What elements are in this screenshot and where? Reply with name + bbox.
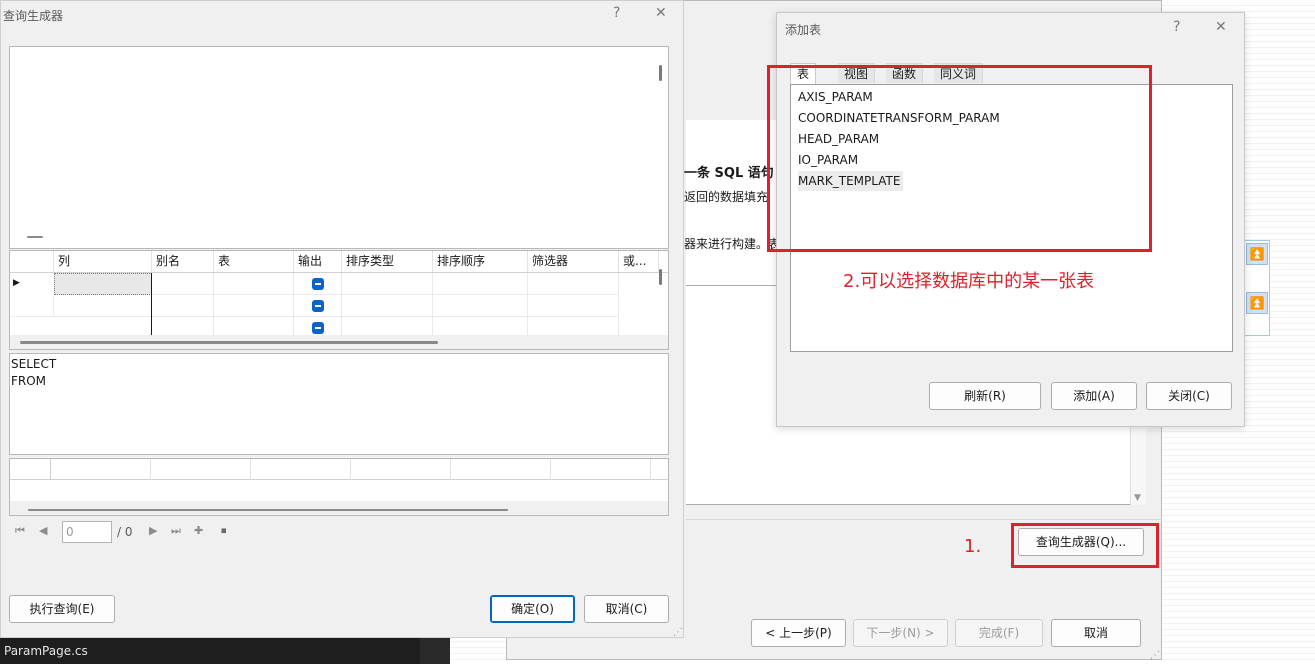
grid-cell-table[interactable] bbox=[214, 273, 294, 295]
annotation-step-1: 1. bbox=[964, 536, 982, 557]
ok-button[interactable]: 确定(O) bbox=[490, 595, 575, 623]
results-divider bbox=[350, 459, 351, 480]
results-hscroll-thumb[interactable] bbox=[28, 509, 508, 511]
annotation-step-2: 2.可以选择数据库中的某一张表 bbox=[843, 271, 1095, 292]
diagram-hscroll-thumb[interactable] bbox=[27, 236, 43, 238]
wizard-heading: 一条 SQL 语句 bbox=[684, 166, 774, 181]
grid-cell-alias[interactable] bbox=[152, 295, 214, 317]
new-record-icon[interactable]: ✚ bbox=[194, 524, 203, 537]
query-builder-title: 查询生成器 bbox=[3, 9, 64, 23]
sql-from-line: FROM bbox=[11, 374, 47, 388]
help-icon[interactable]: ? bbox=[1173, 19, 1180, 35]
grid-header-sort-order[interactable]: 排序顺序 bbox=[433, 251, 528, 272]
add-table-title: 添加表 bbox=[785, 23, 822, 37]
results-divider bbox=[650, 459, 651, 480]
page-number-input[interactable]: 0 bbox=[62, 521, 112, 543]
grid-header-column[interactable]: 列 bbox=[54, 251, 152, 272]
results-divider bbox=[150, 459, 151, 480]
last-record-icon[interactable]: ⏭ bbox=[171, 524, 181, 538]
first-record-icon[interactable]: ⏮ bbox=[15, 524, 25, 538]
grid-header-alias[interactable]: 别名 bbox=[152, 251, 214, 272]
grid-header-or[interactable]: 或... bbox=[619, 251, 659, 272]
grid-cell-sort-order[interactable] bbox=[433, 295, 528, 317]
collapse-up-icon[interactable]: ⏫ bbox=[1246, 243, 1268, 265]
execute-query-button[interactable]: 执行查询(E) bbox=[9, 595, 115, 623]
grid-cell-sort-type[interactable] bbox=[342, 295, 433, 317]
add-button[interactable]: 添加(A) bbox=[1051, 382, 1137, 410]
grid-cell-sort-type[interactable] bbox=[342, 273, 433, 295]
grid-hscroll-thumb[interactable] bbox=[20, 341, 438, 344]
editor-tab-bar: ParamPage.cs bbox=[0, 638, 420, 664]
diagram-scroll-thumb[interactable] bbox=[659, 65, 662, 81]
page-total: / 0 bbox=[117, 525, 133, 539]
close-icon[interactable]: ✕ bbox=[655, 5, 667, 21]
grid-vscroll-thumb[interactable] bbox=[659, 269, 662, 285]
previous-step-button[interactable]: < 上一步(P) bbox=[751, 619, 846, 647]
grid-hscroll-track[interactable] bbox=[10, 335, 668, 349]
sql-pane[interactable]: SELECT FROM bbox=[9, 353, 669, 455]
side-panel: ⏫ ⏫ bbox=[1244, 240, 1270, 336]
results-divider bbox=[50, 459, 51, 480]
wizard-description-line-1: 返回的数据填充 bbox=[684, 190, 769, 204]
refresh-button[interactable]: 刷新(R) bbox=[929, 382, 1041, 410]
grid-row-header bbox=[10, 251, 54, 272]
grid-cell-alias[interactable] bbox=[152, 273, 214, 295]
diagram-pane[interactable] bbox=[9, 46, 669, 249]
grid-header-filter[interactable]: 筛选器 bbox=[528, 251, 619, 272]
grid-header-output[interactable]: 输出 bbox=[294, 251, 342, 272]
help-icon[interactable]: ? bbox=[613, 5, 620, 21]
grid-cell-column[interactable] bbox=[54, 273, 152, 295]
next-record-icon[interactable]: ▶ bbox=[149, 524, 157, 537]
grid-cell-filter[interactable] bbox=[528, 295, 619, 317]
output-checkbox[interactable] bbox=[312, 278, 324, 290]
grid-header-sort-type[interactable]: 排序类型 bbox=[342, 251, 433, 272]
wizard-cancel-button[interactable]: 取消 bbox=[1051, 619, 1141, 647]
results-hscroll-track[interactable] bbox=[10, 501, 668, 515]
query-builder-window: 查询生成器 ? ✕ 列 别名 表 输出 排序类型 排序顺序 筛选器 或... ▶ bbox=[0, 0, 684, 638]
resize-grip-icon[interactable]: ⋰ bbox=[1150, 650, 1160, 661]
collapse-up-icon[interactable]: ⏫ bbox=[1246, 292, 1268, 314]
query-builder-titlebar: 查询生成器 ? ✕ bbox=[1, 1, 683, 29]
output-checkbox[interactable] bbox=[312, 300, 324, 312]
grid-cell-sort-order[interactable] bbox=[433, 273, 528, 295]
results-header-row bbox=[10, 459, 668, 480]
results-divider bbox=[250, 459, 251, 480]
resize-grip-icon[interactable]: ⋰ bbox=[673, 627, 683, 638]
previous-record-icon[interactable]: ◀ bbox=[39, 524, 47, 537]
grid-header-table[interactable]: 表 bbox=[214, 251, 294, 272]
sql-select-line: SELECT bbox=[11, 357, 57, 371]
annotation-box-table-list bbox=[767, 65, 1152, 252]
results-grid[interactable] bbox=[9, 458, 669, 516]
results-divider bbox=[450, 459, 451, 480]
grid-cell-filter[interactable] bbox=[528, 273, 619, 295]
close-icon[interactable]: ✕ bbox=[1215, 19, 1227, 35]
scroll-down-arrow-icon[interactable]: ▼ bbox=[1134, 493, 1141, 503]
editor-tab-bar-edge bbox=[420, 638, 450, 664]
file-tab-parampage[interactable]: ParamPage.cs bbox=[4, 644, 88, 658]
wizard-description-line-2: 器来进行构建。表 bbox=[684, 237, 781, 251]
close-button[interactable]: 关闭(C) bbox=[1146, 382, 1232, 410]
output-checkbox[interactable] bbox=[312, 322, 324, 334]
annotation-box-query-builder bbox=[1011, 523, 1159, 568]
grid-cell-table[interactable] bbox=[214, 295, 294, 317]
wizard-separator bbox=[686, 519, 1162, 520]
results-divider bbox=[550, 459, 551, 480]
cancel-button[interactable]: 取消(C) bbox=[584, 595, 669, 623]
add-table-titlebar: 添加表 ? ✕ bbox=[777, 13, 1244, 41]
finish-button[interactable]: 完成(F) bbox=[955, 619, 1043, 647]
grid-row-header bbox=[10, 295, 54, 317]
current-row-arrow-icon: ▶ bbox=[13, 278, 20, 288]
stop-icon[interactable]: ⏹ bbox=[221, 524, 227, 538]
grid-cell-column[interactable] bbox=[54, 295, 152, 317]
criteria-grid[interactable]: 列 别名 表 输出 排序类型 排序顺序 筛选器 或... ▶ bbox=[9, 250, 669, 350]
next-step-button[interactable]: 下一步(N) > bbox=[853, 619, 948, 647]
